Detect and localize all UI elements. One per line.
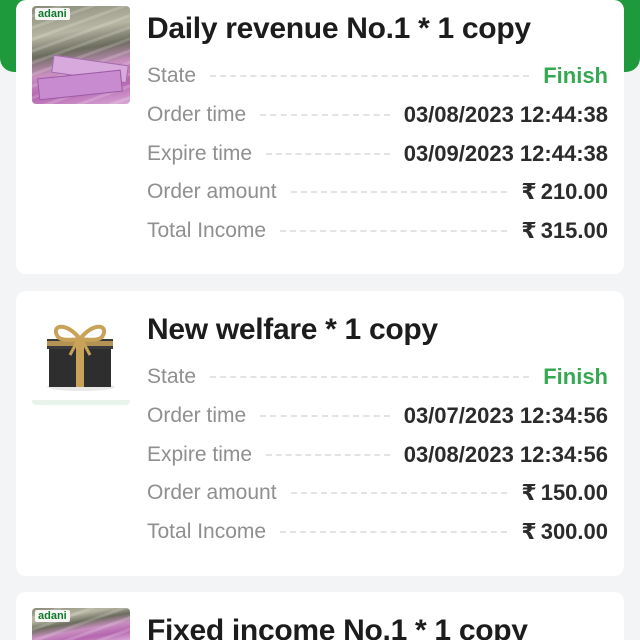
dotted-leader — [290, 191, 508, 193]
rupee-symbol: ₹ — [521, 218, 537, 243]
order-title: New welfare * 1 copy — [147, 313, 438, 346]
state-row: State Finish — [147, 63, 608, 88]
dotted-leader — [280, 230, 508, 232]
dotted-leader — [290, 492, 508, 494]
state-value: Finish — [543, 63, 608, 88]
expire-time-value: 03/09/2023 12:44:38 — [403, 141, 608, 166]
total-income-number: 300.00 — [540, 519, 608, 544]
rupee-symbol: ₹ — [521, 179, 537, 204]
order-time-row: Order time 03/08/2023 12:44:38 — [147, 102, 608, 127]
order-card[interactable]: adani Fixed income No.1 * 1 copy — [16, 592, 624, 640]
order-title: Fixed income No.1 * 1 copy — [147, 614, 528, 640]
order-time-value: 03/07/2023 12:34:56 — [403, 403, 608, 428]
expire-time-value: 03/08/2023 12:34:56 — [403, 442, 608, 467]
total-income-label: Total Income — [147, 219, 267, 242]
order-amount-value: ₹210.00 — [521, 179, 608, 205]
total-income-row: Total Income ₹300.00 — [147, 519, 608, 545]
order-amount-row: Order amount ₹210.00 — [147, 179, 608, 205]
total-income-row: Total Income ₹315.00 — [147, 218, 608, 244]
order-amount-number: 210.00 — [540, 179, 608, 204]
expire-time-label: Expire time — [147, 142, 253, 165]
expire-time-row: Expire time 03/09/2023 12:44:38 — [147, 141, 608, 166]
rupee-symbol: ₹ — [521, 480, 537, 505]
dotted-leader — [260, 114, 390, 116]
dotted-leader — [210, 376, 530, 378]
expire-time-label: Expire time — [147, 443, 253, 466]
order-card[interactable]: adani Daily revenue No.1 * 1 copy State … — [16, 0, 624, 274]
dotted-leader — [260, 415, 390, 417]
total-income-number: 315.00 — [540, 218, 608, 243]
state-label: State — [147, 365, 197, 388]
state-row: State Finish — [147, 364, 608, 389]
order-card[interactable]: New welfare * 1 copy State Finish Order … — [16, 291, 624, 576]
state-label: State — [147, 64, 197, 87]
total-income-value: ₹300.00 — [521, 519, 608, 545]
order-amount-value: ₹150.00 — [521, 480, 608, 506]
image-divider — [32, 400, 130, 405]
rupee-symbol: ₹ — [521, 519, 537, 544]
product-image: adani — [32, 6, 130, 104]
order-time-value: 03/08/2023 12:44:38 — [403, 102, 608, 127]
banknote-graphic — [37, 69, 123, 101]
product-image — [32, 307, 130, 405]
expire-time-row: Expire time 03/08/2023 12:34:56 — [147, 442, 608, 467]
dotted-leader — [280, 531, 508, 533]
dotted-leader — [210, 75, 530, 77]
order-title: Daily revenue No.1 * 1 copy — [147, 12, 531, 45]
dotted-leader — [266, 153, 390, 155]
order-time-label: Order time — [147, 404, 247, 427]
brand-logo: adani — [35, 8, 70, 20]
order-time-label: Order time — [147, 103, 247, 126]
order-time-row: Order time 03/07/2023 12:34:56 — [147, 403, 608, 428]
dotted-leader — [266, 454, 390, 456]
order-amount-row: Order amount ₹150.00 — [147, 480, 608, 506]
product-image: adani — [32, 608, 130, 640]
order-amount-number: 150.00 — [540, 480, 608, 505]
total-income-value: ₹315.00 — [521, 218, 608, 244]
gift-box-icon — [47, 324, 115, 391]
state-value: Finish — [543, 364, 608, 389]
order-amount-label: Order amount — [147, 180, 277, 203]
total-income-label: Total Income — [147, 520, 267, 543]
order-amount-label: Order amount — [147, 481, 277, 504]
brand-logo: adani — [35, 610, 70, 622]
